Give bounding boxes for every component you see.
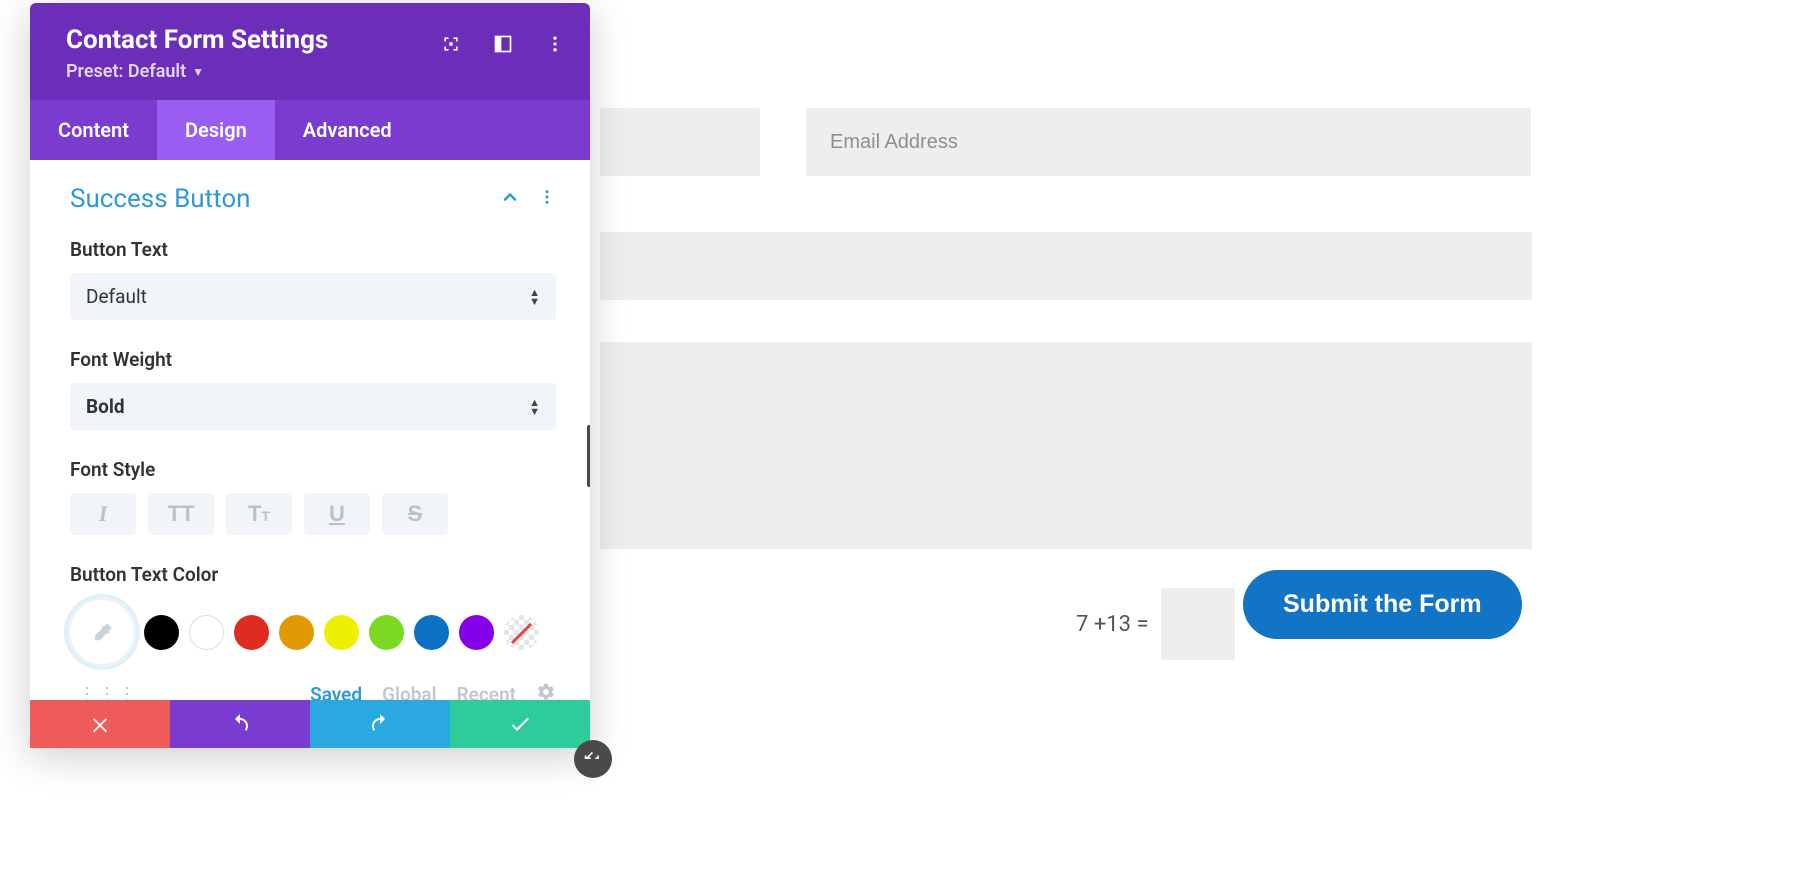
preset-selector[interactable]: Preset: Default ▼	[66, 61, 562, 82]
chevron-down-icon: ▼	[192, 65, 204, 79]
swatch-purple[interactable]	[459, 615, 494, 650]
email-field[interactable]	[806, 108, 1531, 176]
name-field[interactable]	[600, 108, 760, 176]
swatch-blue[interactable]	[414, 615, 449, 650]
font-weight-select[interactable]: Bold ▲▼	[70, 383, 556, 430]
captcha-expression: 7 +13 =	[1076, 612, 1149, 637]
font-weight-label: Font Weight	[70, 348, 556, 371]
undo-icon	[228, 712, 252, 736]
settings-panel: Contact Form Settings Preset: Default ▼ …	[30, 3, 590, 748]
close-icon	[89, 713, 111, 735]
check-icon	[508, 712, 532, 736]
subject-field[interactable]	[600, 232, 1532, 300]
swatch-orange[interactable]	[279, 615, 314, 650]
color-tab-recent[interactable]: Recent	[457, 683, 516, 701]
button-text-label: Button Text	[70, 238, 556, 261]
font-weight-value: Bold	[86, 395, 125, 418]
color-settings-icon[interactable]	[536, 682, 556, 700]
italic-button[interactable]: I	[70, 493, 136, 535]
underline-button[interactable]: U	[304, 493, 370, 535]
color-tab-global[interactable]: Global	[382, 683, 436, 701]
tab-bar: Content Design Advanced	[30, 100, 590, 160]
swatch-white[interactable]	[189, 615, 224, 650]
expand-icon[interactable]	[440, 33, 462, 55]
swatch-yellow[interactable]	[324, 615, 359, 650]
tab-content[interactable]: Content	[30, 100, 157, 160]
preset-label: Preset: Default	[66, 61, 186, 82]
captcha-answer-box[interactable]	[1161, 588, 1235, 660]
resize-handle[interactable]	[574, 740, 612, 778]
button-text-value: Default	[86, 285, 147, 308]
collapse-section-icon[interactable]	[500, 187, 520, 211]
snap-left-icon[interactable]	[492, 33, 514, 55]
strikethrough-button[interactable]: S	[382, 493, 448, 535]
select-sort-icon: ▲▼	[529, 288, 540, 306]
section-title[interactable]: Success Button	[70, 184, 251, 214]
uppercase-button[interactable]: TT	[148, 493, 214, 535]
button-text-select[interactable]: Default ▲▼	[70, 273, 556, 320]
redo-button[interactable]	[310, 700, 450, 748]
select-sort-icon: ▲▼	[529, 398, 540, 416]
cancel-button[interactable]	[30, 700, 170, 748]
scrollbar-thumb[interactable]	[587, 425, 590, 487]
swatch-transparent[interactable]	[504, 615, 539, 650]
redo-icon	[368, 712, 392, 736]
color-tab-saved[interactable]: Saved	[310, 683, 362, 701]
tab-design[interactable]: Design	[157, 100, 275, 160]
message-field[interactable]	[600, 342, 1532, 549]
resize-icon	[583, 749, 603, 769]
font-style-label: Font Style	[70, 458, 556, 481]
swatch-red[interactable]	[234, 615, 269, 650]
eyedropper-icon	[91, 621, 113, 643]
save-button[interactable]	[450, 700, 590, 748]
color-picker-button[interactable]	[70, 600, 134, 664]
smallcaps-button[interactable]: TT	[226, 493, 292, 535]
drag-handle-icon[interactable]: ⋮⋮⋮	[78, 684, 138, 701]
tab-advanced[interactable]: Advanced	[275, 100, 420, 160]
more-options-icon[interactable]	[544, 33, 566, 55]
undo-button[interactable]	[170, 700, 310, 748]
submit-button[interactable]: Submit the Form	[1243, 570, 1522, 639]
button-text-color-label: Button Text Color	[70, 563, 556, 586]
section-options-icon[interactable]	[538, 188, 556, 210]
swatch-green[interactable]	[369, 615, 404, 650]
swatch-black[interactable]	[144, 615, 179, 650]
